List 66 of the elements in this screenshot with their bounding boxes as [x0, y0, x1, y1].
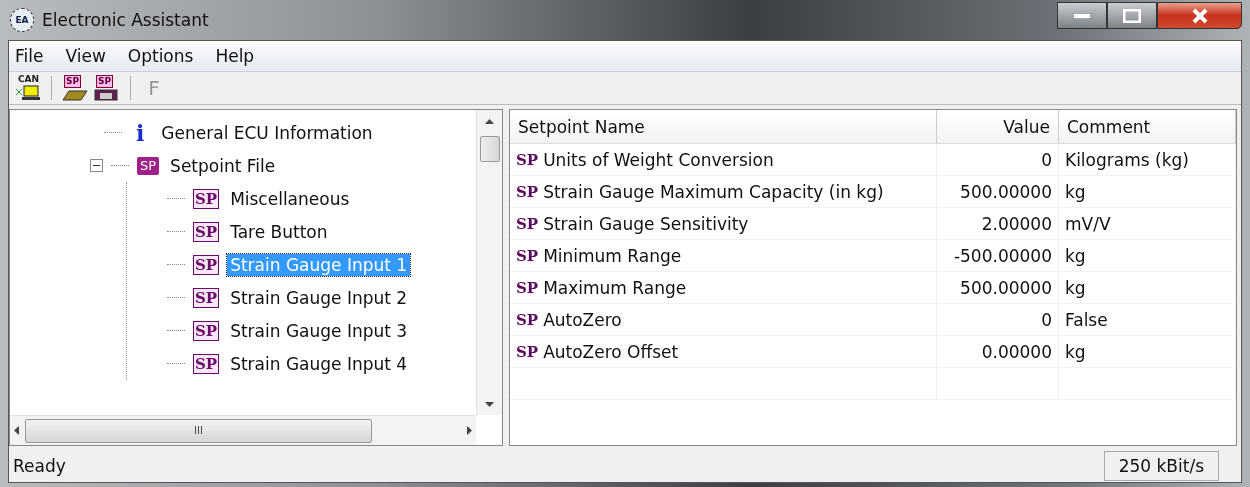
tree-item[interactable]: Setpoint File	[167, 154, 279, 177]
setpoint-icon: SP	[516, 310, 539, 329]
tree-item[interactable]: Tare Button	[227, 220, 331, 243]
app-icon: EA	[10, 8, 34, 32]
minimize-button[interactable]	[1057, 2, 1107, 29]
save-button[interactable]: SP	[94, 75, 120, 101]
setpoint-icon: SP	[193, 188, 220, 209]
table-cell: Strain Gauge Sensitivity	[543, 213, 749, 234]
table-cell: kg	[1065, 245, 1086, 266]
status-text: Ready	[13, 456, 66, 476]
maximize-icon	[1123, 8, 1141, 23]
tree-item[interactable]: Strain Gauge Input 3	[227, 319, 411, 342]
setpoint-icon: SP	[193, 221, 220, 242]
table-cell: Units of Weight Conversion	[543, 149, 774, 170]
menu-item[interactable]: File	[13, 46, 46, 66]
setpoint-icon: SP	[137, 156, 160, 175]
column-header[interactable]: Setpoint Name	[510, 110, 937, 144]
close-icon	[1190, 7, 1209, 24]
scrollbar-thumb[interactable]: III	[25, 418, 372, 443]
setpoint-icon: SP	[193, 254, 220, 275]
tree-item[interactable]: Miscellaneous	[227, 187, 353, 210]
table-cell: AutoZero Offset	[543, 341, 679, 362]
setpoint-icon: SP	[516, 342, 539, 361]
table-cell: 0.00000	[981, 341, 1052, 362]
scrollbar-thumb[interactable]	[479, 136, 500, 162]
table-cell: mV/V	[1065, 213, 1111, 234]
table-cell: Kilograms (kg)	[1065, 149, 1189, 170]
maximize-button[interactable]	[1107, 2, 1157, 29]
tree-item[interactable]: Strain Gauge Input 4	[227, 352, 411, 375]
table-cell: kg	[1065, 277, 1086, 298]
close-button[interactable]	[1157, 2, 1242, 29]
table-cell: 500.00000	[960, 181, 1052, 202]
tree-item[interactable]: Strain Gauge Input 2	[227, 286, 411, 309]
table-cell: False	[1065, 309, 1108, 330]
table-cell: -500.00000	[953, 245, 1052, 266]
table-cell: Maximum Range	[543, 277, 687, 298]
column-header[interactable]: Comment	[1058, 110, 1236, 144]
network-button[interactable]: CAN	[15, 75, 41, 101]
menu-item[interactable]: Options	[125, 46, 196, 66]
menu-item[interactable]: View	[63, 46, 108, 66]
setpoint-icon: SP	[516, 214, 539, 233]
open-button[interactable]: SP	[62, 75, 88, 101]
setpoint-icon: SP	[516, 150, 539, 169]
table-cell: Strain Gauge Maximum Capacity (in kg)	[543, 181, 884, 202]
info-icon: i	[130, 123, 151, 142]
window-title: Electronic Assistant	[42, 10, 210, 30]
setpoint-icon: SP	[516, 182, 539, 201]
table-cell: 0	[1041, 309, 1052, 330]
setpoint-icon: SP	[193, 353, 220, 374]
minimize-icon	[1073, 12, 1091, 19]
setpoint-icon: SP	[193, 287, 220, 308]
table-cell: 0	[1041, 149, 1052, 170]
baud-rate-panel: 250 kBit/s	[1103, 451, 1219, 481]
table-cell: kg	[1065, 181, 1086, 202]
table-cell: kg	[1065, 341, 1086, 362]
tree-item[interactable]: General ECU Information	[158, 121, 376, 144]
table-cell: 500.00000	[960, 277, 1052, 298]
setpoint-icon: SP	[516, 246, 539, 265]
collapse-toggle[interactable]	[90, 159, 103, 172]
table-cell: Minimum Range	[543, 245, 682, 266]
column-header[interactable]: Value	[936, 110, 1059, 144]
menu-item[interactable]: Help	[213, 46, 257, 66]
table-cell: AutoZero	[543, 309, 622, 330]
setpoint-icon: SP	[193, 320, 220, 341]
setpoint-icon: SP	[516, 278, 539, 297]
table-cell: 2.00000	[981, 213, 1052, 234]
